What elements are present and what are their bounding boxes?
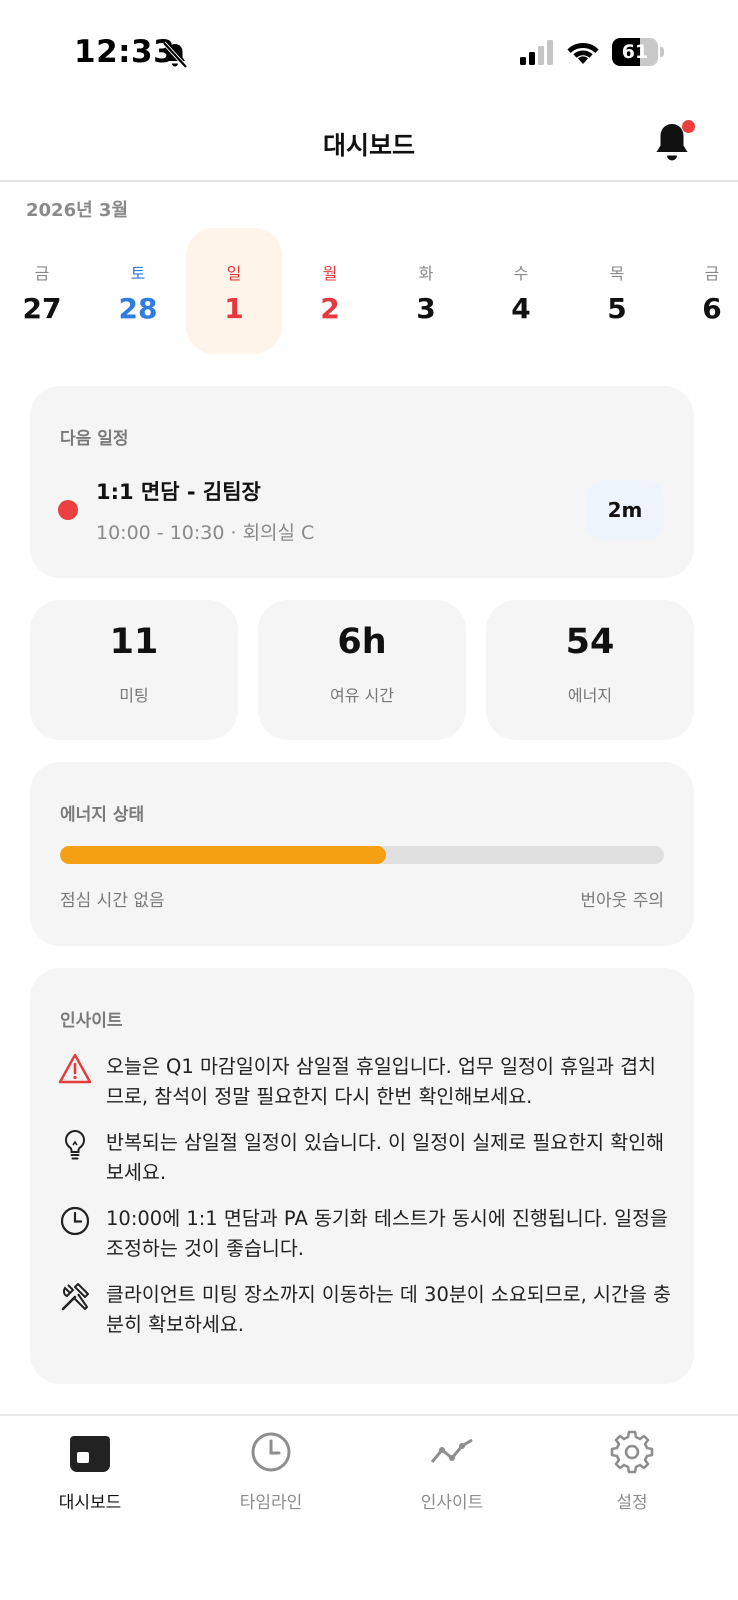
day-name: 월 [322, 264, 338, 283]
week-strip: 금 27 토 28 일 1 월 2 화 3 수 4 목 5 금 6 [0, 228, 738, 354]
tab-settings[interactable]: 설정 [572, 1430, 692, 1513]
energy-status-card: 에너지 상태 점심 시간 없음 번아웃 주의 [30, 762, 694, 946]
tab-label: 인사이트 [420, 1493, 484, 1513]
battery-percent: 61 [621, 41, 649, 63]
gear-icon [610, 1430, 654, 1474]
day-name: 금 [34, 264, 50, 283]
page-title: 대시보드 [322, 131, 415, 160]
day-name: 일 [226, 264, 242, 283]
day-cell[interactable]: 목 5 [569, 228, 665, 354]
clock-icon [60, 1206, 90, 1236]
month-label: 2026년 3월 [26, 200, 129, 221]
tools-icon [61, 1283, 89, 1311]
day-number: 4 [511, 292, 531, 325]
day-number: 2 [320, 292, 340, 325]
event-details: 10:00 - 10:30 · 회의실 C [96, 522, 315, 544]
energy-left-note: 점심 시간 없음 [60, 891, 165, 911]
stat-label: 여유 시간 [330, 686, 394, 705]
day-number: 3 [416, 292, 436, 325]
day-cell[interactable]: 토 28 [90, 228, 186, 354]
insight-text: 오늘은 Q1 마감일이자 삼일절 휴일입니다. 업무 일정이 휴일과 겹치므로,… [106, 1055, 656, 1108]
bottom-tab-bar: 대시보드 타임라인 인사이트 설정 [0, 1414, 738, 1600]
event-status-dot [58, 500, 78, 520]
signal-icon [520, 40, 553, 65]
day-name: 목 [609, 264, 625, 283]
next-event-card[interactable]: 다음 일정 1:1 면담 - 김팀장 10:00 - 10:30 · 회의실 C… [30, 386, 694, 578]
card-label: 다음 일정 [60, 429, 129, 449]
day-cell-selected[interactable]: 일 1 [186, 228, 282, 354]
day-name: 수 [513, 264, 529, 283]
day-number: 28 [118, 292, 158, 325]
tab-timeline[interactable]: 타임라인 [211, 1430, 331, 1513]
event-countdown-badge: 2m [586, 480, 664, 540]
day-name: 금 [704, 264, 720, 283]
stat-card-meetings[interactable]: 11 미팅 [30, 600, 238, 740]
energy-progress-bar [60, 846, 664, 864]
warning-icon [58, 1053, 92, 1084]
lightbulb-icon [64, 1129, 86, 1160]
tab-label: 설정 [616, 1493, 648, 1513]
insights-card: 인사이트 오늘은 Q1 마감일이자 삼일절 휴일입니다. 업무 일정이 휴일과 … [30, 968, 694, 1384]
day-number: 1 [224, 292, 244, 325]
day-cell[interactable]: 금 27 [0, 228, 90, 354]
card-label: 인사이트 [60, 1011, 123, 1031]
day-cell[interactable]: 수 4 [473, 228, 569, 354]
stat-card-energy[interactable]: 54 에너지 [486, 600, 694, 740]
stat-label: 미팅 [119, 686, 149, 705]
tab-dashboard[interactable]: 대시보드 [30, 1430, 150, 1513]
insight-text: 반복되는 삼일절 일정이 있습니다. 이 일정이 실제로 필요한지 확인해보세요… [106, 1131, 665, 1184]
wifi-icon [567, 43, 599, 64]
stat-value: 6h [337, 622, 387, 662]
bell-slash-icon [162, 41, 188, 69]
stat-value: 11 [109, 622, 159, 662]
day-cell[interactable]: 월 2 [282, 228, 378, 354]
tab-label: 대시보드 [58, 1493, 122, 1513]
stat-value: 54 [565, 622, 615, 662]
event-title: 1:1 면담 - 김팀장 [96, 480, 261, 504]
card-label: 에너지 상태 [60, 805, 145, 825]
clock-icon [251, 1432, 291, 1472]
stat-label: 에너지 [567, 686, 613, 705]
stat-card-free-time[interactable]: 6h 여유 시간 [258, 600, 466, 740]
tab-insights[interactable]: 인사이트 [392, 1430, 512, 1513]
notification-badge [682, 120, 695, 133]
calendar-icon [70, 1436, 110, 1472]
day-name: 토 [130, 264, 146, 283]
day-cell[interactable]: 화 3 [378, 228, 474, 354]
energy-progress-fill [60, 846, 387, 864]
battery-icon: 61 [612, 38, 664, 66]
insight-text: 10:00에 1:1 면담과 PA 동기화 테스트가 동시에 진행됩니다. 일정… [106, 1207, 668, 1260]
day-number: 27 [22, 292, 62, 325]
status-bar: 12:33 61 [0, 0, 738, 100]
tab-label: 타임라인 [239, 1493, 303, 1513]
insight-text: 클라이언트 미팅 장소까지 이동하는 데 30분이 소요되므로, 시간을 충분히… [106, 1283, 671, 1336]
day-number: 6 [702, 292, 722, 325]
chart-line-icon [430, 1438, 473, 1463]
day-name: 화 [418, 264, 434, 283]
day-cell[interactable]: 금 6 [664, 228, 738, 354]
day-number: 5 [607, 292, 627, 325]
app-header: 대시보드 [0, 100, 738, 182]
energy-right-note: 번아웃 주의 [580, 891, 664, 911]
